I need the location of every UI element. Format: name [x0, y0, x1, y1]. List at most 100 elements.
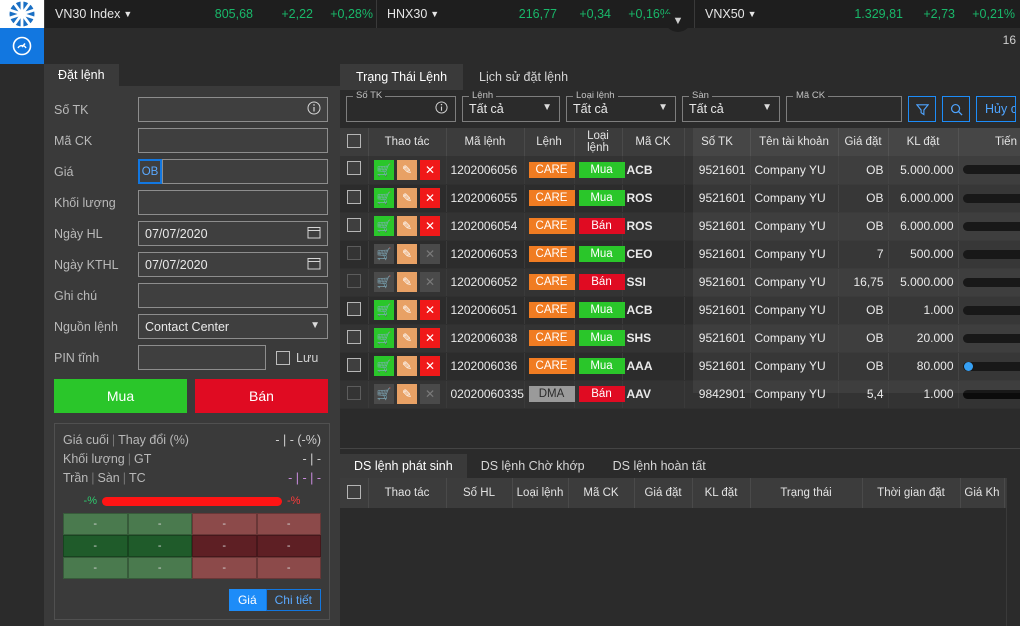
depth-cell[interactable]: - — [257, 535, 322, 557]
chevron-down-icon[interactable]: ▼ — [748, 9, 757, 19]
buy-more-icon[interactable]: 🛒 — [374, 160, 394, 180]
sell-button[interactable]: Bán — [195, 379, 328, 413]
edit-icon[interactable]: ✎ — [397, 356, 417, 376]
row-actions-cell[interactable]: 🛒✎✕ — [368, 324, 446, 352]
depth-cell[interactable]: - — [63, 513, 128, 535]
row-select-cell[interactable] — [340, 296, 368, 324]
chevron-down-icon[interactable]: ▼ — [542, 102, 552, 113]
table-row[interactable]: 🛒✎✕1202006055CAREMuaROS9521601Company YU… — [340, 184, 1020, 212]
table-row[interactable]: 🛒✎✕1202006036CAREMuaAAA9521601Company YU… — [340, 352, 1020, 380]
row-actions-cell[interactable]: 🛒✎✕ — [368, 212, 446, 240]
col-loai-lenh[interactable]: Loại lệnh — [512, 478, 568, 508]
col-so-tk[interactable]: Số TK — [684, 128, 750, 156]
col-ma-ck[interactable]: Mã CK — [568, 478, 634, 508]
depth-cell[interactable]: - — [257, 513, 322, 535]
nguon-lenh-select[interactable]: Contact Center ▼ — [138, 314, 328, 339]
edit-icon[interactable]: ✎ — [397, 272, 417, 292]
edit-icon[interactable]: ✎ — [397, 216, 417, 236]
collapse-topbar-button[interactable]: ▼ — [664, 14, 692, 32]
close-icon[interactable]: ✕ — [420, 188, 440, 208]
col-gia-kh[interactable]: Giá Kh — [960, 478, 1004, 508]
index-hnx30[interactable]: HNX30 ▼ 216,77 +0,34 +0,16% — [376, 0, 676, 28]
chevron-down-icon[interactable]: ▼ — [310, 320, 320, 331]
buy-more-icon[interactable]: 🛒 — [374, 356, 394, 376]
depth-cell[interactable]: - — [63, 535, 128, 557]
row-checkbox[interactable] — [347, 274, 361, 288]
sub-select-all-checkbox[interactable] — [347, 485, 361, 499]
row-select-cell[interactable] — [340, 268, 368, 296]
chevron-down-icon[interactable]: ▼ — [123, 9, 132, 19]
chevron-down-icon[interactable]: ▼ — [762, 102, 772, 113]
tab-ds-lenh-phat-sinh[interactable]: DS lệnh phát sinh — [340, 454, 467, 478]
col-gia-dat[interactable]: Giá đặt — [838, 128, 888, 156]
row-actions-cell[interactable]: 🛒✎✕ — [368, 156, 446, 184]
chevron-down-icon[interactable]: ▼ — [658, 102, 668, 113]
close-icon[interactable]: ✕ — [420, 272, 440, 292]
row-actions-cell[interactable]: 🛒✎✕ — [368, 268, 446, 296]
dashboard-icon[interactable] — [0, 28, 44, 64]
col-trang-thai[interactable]: Trạng thái — [750, 478, 862, 508]
filter-icon[interactable] — [908, 96, 936, 122]
khoi-luong-input[interactable] — [138, 190, 328, 215]
table-row[interactable]: 🛒✎✕1202006051CAREMuaACB9521601Company YU… — [340, 296, 1020, 324]
row-actions-cell[interactable]: 🛒✎✕ — [368, 184, 446, 212]
depth-cell[interactable]: - — [63, 557, 128, 579]
col-loai-lenh[interactable]: Loại lệnh — [574, 128, 622, 156]
filter-lenh[interactable]: Lệnh Tất cả ▼ — [462, 96, 560, 122]
edit-icon[interactable]: ✎ — [397, 300, 417, 320]
col-ma-lenh[interactable]: Mã lệnh — [446, 128, 524, 156]
buy-more-icon[interactable]: 🛒 — [374, 188, 394, 208]
col-so-hl[interactable]: Số HL — [446, 478, 512, 508]
close-icon[interactable]: ✕ — [420, 216, 440, 236]
edit-icon[interactable]: ✎ — [397, 160, 417, 180]
depth-cell[interactable]: - — [128, 535, 193, 557]
toggle-gia[interactable]: Giá — [229, 589, 266, 611]
tab-ds-lenh-hoan-tat[interactable]: DS lệnh hoàn tất — [599, 454, 720, 478]
row-checkbox[interactable] — [347, 302, 361, 316]
filter-loai-lenh[interactable]: Loại lệnh Tất cả ▼ — [566, 96, 676, 122]
gia-input[interactable] — [162, 159, 328, 184]
col-ma-ck[interactable]: Mã CK — [622, 128, 684, 156]
table-row[interactable]: 🛒✎✕02020060335DMABánAAV9842901Company YU… — [340, 380, 1020, 408]
table-row[interactable]: 🛒✎✕1202006038CAREMuaSHS9521601Company YU… — [340, 324, 1020, 352]
row-checkbox[interactable] — [347, 330, 361, 344]
edit-icon[interactable]: ✎ — [397, 328, 417, 348]
col-kl-dat[interactable]: KL đặt — [888, 128, 958, 156]
depth-cell[interactable]: - — [192, 557, 257, 579]
col-kl-dat[interactable]: KL đặt — [692, 478, 750, 508]
info-icon[interactable] — [435, 101, 448, 117]
buy-more-icon[interactable]: 🛒 — [374, 384, 394, 404]
buy-more-icon[interactable]: 🛒 — [374, 300, 394, 320]
toggle-chi-tiet[interactable]: Chi tiết — [266, 589, 321, 611]
depth-cell[interactable]: - — [128, 513, 193, 535]
filter-ma-ck[interactable]: Mã CK — [786, 96, 902, 122]
buy-more-icon[interactable]: 🛒 — [374, 244, 394, 264]
row-select-cell[interactable] — [340, 352, 368, 380]
row-checkbox[interactable] — [347, 246, 361, 260]
depth-cell[interactable]: - — [257, 557, 322, 579]
row-select-cell[interactable] — [340, 380, 368, 408]
close-icon[interactable]: ✕ — [420, 328, 440, 348]
depth-cell[interactable]: - — [192, 535, 257, 557]
depth-cell[interactable]: - — [128, 557, 193, 579]
row-checkbox[interactable] — [347, 190, 361, 204]
table-row[interactable]: 🛒✎✕1202006053CAREMuaCEO9521601Company YU… — [340, 240, 1020, 268]
row-select-cell[interactable] — [340, 156, 368, 184]
table-row[interactable]: 🛒✎✕1202006056CAREMuaACB9521601Company YU… — [340, 156, 1020, 184]
row-actions-cell[interactable]: 🛒✎✕ — [368, 380, 446, 408]
info-icon[interactable] — [307, 101, 321, 118]
filter-san[interactable]: Sàn Tất cả ▼ — [682, 96, 780, 122]
index-vnx50[interactable]: VNX50 ▼ 1.329,81 +2,73 +0,21% — [694, 0, 1020, 28]
row-actions-cell[interactable]: 🛒✎✕ — [368, 352, 446, 380]
col-gia-dat[interactable]: Giá đặt — [634, 478, 692, 508]
index-vn30[interactable]: VN30 Index ▼ 805,68 +2,22 +0,28% — [44, 0, 376, 28]
close-icon[interactable]: ✕ — [420, 384, 440, 404]
col-thoi-gian-dat[interactable]: Thời gian đặt — [862, 478, 960, 508]
close-icon[interactable]: ✕ — [420, 300, 440, 320]
row-select-cell[interactable] — [340, 184, 368, 212]
row-actions-cell[interactable]: 🛒✎✕ — [368, 296, 446, 324]
ngay-hl-input[interactable]: 07/07/2020 — [138, 221, 328, 246]
tab-trang-thai-lenh[interactable]: Trạng Thái Lệnh — [340, 64, 463, 90]
tab-ds-lenh-cho-khop[interactable]: DS lệnh Chờ khớp — [467, 454, 599, 478]
buy-more-icon[interactable]: 🛒 — [374, 272, 394, 292]
